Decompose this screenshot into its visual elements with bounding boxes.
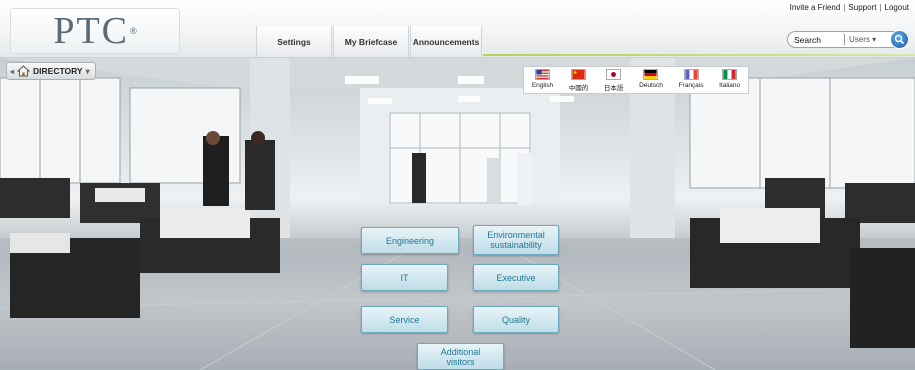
- germany-flag-icon: [643, 69, 659, 80]
- language-italian[interactable]: Italiano: [719, 69, 740, 89]
- language-label: English: [531, 82, 554, 89]
- search-input[interactable]: Search: [788, 35, 844, 45]
- language-selector: English 中國的 日本語 Deutsch Français Italian…: [523, 66, 749, 94]
- ptc-logo[interactable]: PTC ®: [10, 8, 180, 54]
- directory-menu[interactable]: ◂ DIRECTORY ▾: [6, 62, 96, 80]
- nav-my-briefcase[interactable]: My Briefcase: [333, 26, 409, 57]
- france-flag-icon: [683, 69, 699, 80]
- language-japanese[interactable]: 日本語: [603, 69, 624, 92]
- logout-link[interactable]: Logout: [885, 3, 909, 12]
- search-filter-dropdown[interactable]: Users ▾: [849, 35, 885, 44]
- search-divider: [844, 34, 845, 45]
- header-bar: PTC ® Invite a Friend | Support | Logout Sear…: [0, 0, 915, 58]
- virtual-lobby-scene: ◂ DIRECTORY ▾ English 中國的 日本語 Deutsch Fr…: [0, 58, 915, 370]
- language-label: 日本語: [603, 85, 624, 92]
- top-links: Invite a Friend | Support | Logout: [790, 3, 909, 12]
- nav-announcements[interactable]: Announcements: [410, 26, 482, 57]
- link-separator: |: [879, 3, 882, 12]
- environmental-sustainability-button[interactable]: Environmental sustainability: [473, 225, 559, 255]
- executive-button[interactable]: Executive: [473, 264, 559, 291]
- back-arrow-icon[interactable]: ◂: [10, 67, 14, 76]
- language-label: Français: [678, 82, 704, 89]
- language-chinese[interactable]: 中國的: [568, 69, 589, 92]
- language-english[interactable]: English: [532, 69, 553, 89]
- it-button[interactable]: IT: [361, 264, 448, 291]
- search-icon: [894, 34, 905, 45]
- logo-text: PTC: [53, 10, 130, 52]
- italy-flag-icon: [722, 69, 738, 80]
- language-german[interactable]: Deutsch: [639, 69, 663, 89]
- japan-flag-icon: [606, 69, 622, 80]
- nav-accent-line: [483, 54, 915, 56]
- logo-registered-mark: ®: [130, 26, 137, 36]
- chevron-down-icon: ▾: [872, 35, 877, 44]
- invite-friend-link[interactable]: Invite a Friend: [790, 3, 841, 12]
- quality-button[interactable]: Quality: [473, 306, 559, 333]
- support-link[interactable]: Support: [848, 3, 876, 12]
- language-french[interactable]: Français: [679, 69, 704, 89]
- directory-label: DIRECTORY: [33, 66, 83, 76]
- lobby-background-image: [0, 58, 915, 370]
- us-flag-icon: [534, 69, 550, 80]
- chevron-down-icon: ▾: [85, 66, 90, 76]
- engineering-button[interactable]: Engineering: [361, 227, 459, 254]
- service-button[interactable]: Service: [361, 306, 448, 333]
- nav-settings[interactable]: Settings: [256, 26, 332, 57]
- language-label: Deutsch: [639, 82, 663, 89]
- additional-visitors-button[interactable]: Additional visitors: [417, 343, 504, 370]
- china-flag-icon: [571, 69, 587, 80]
- language-label: Italiano: [719, 82, 741, 89]
- search-box: Search Users ▾: [787, 30, 909, 49]
- search-button[interactable]: [890, 30, 909, 49]
- language-label: 中國的: [568, 85, 589, 92]
- home-icon: [17, 65, 31, 77]
- search-filter-label: Users: [849, 35, 870, 44]
